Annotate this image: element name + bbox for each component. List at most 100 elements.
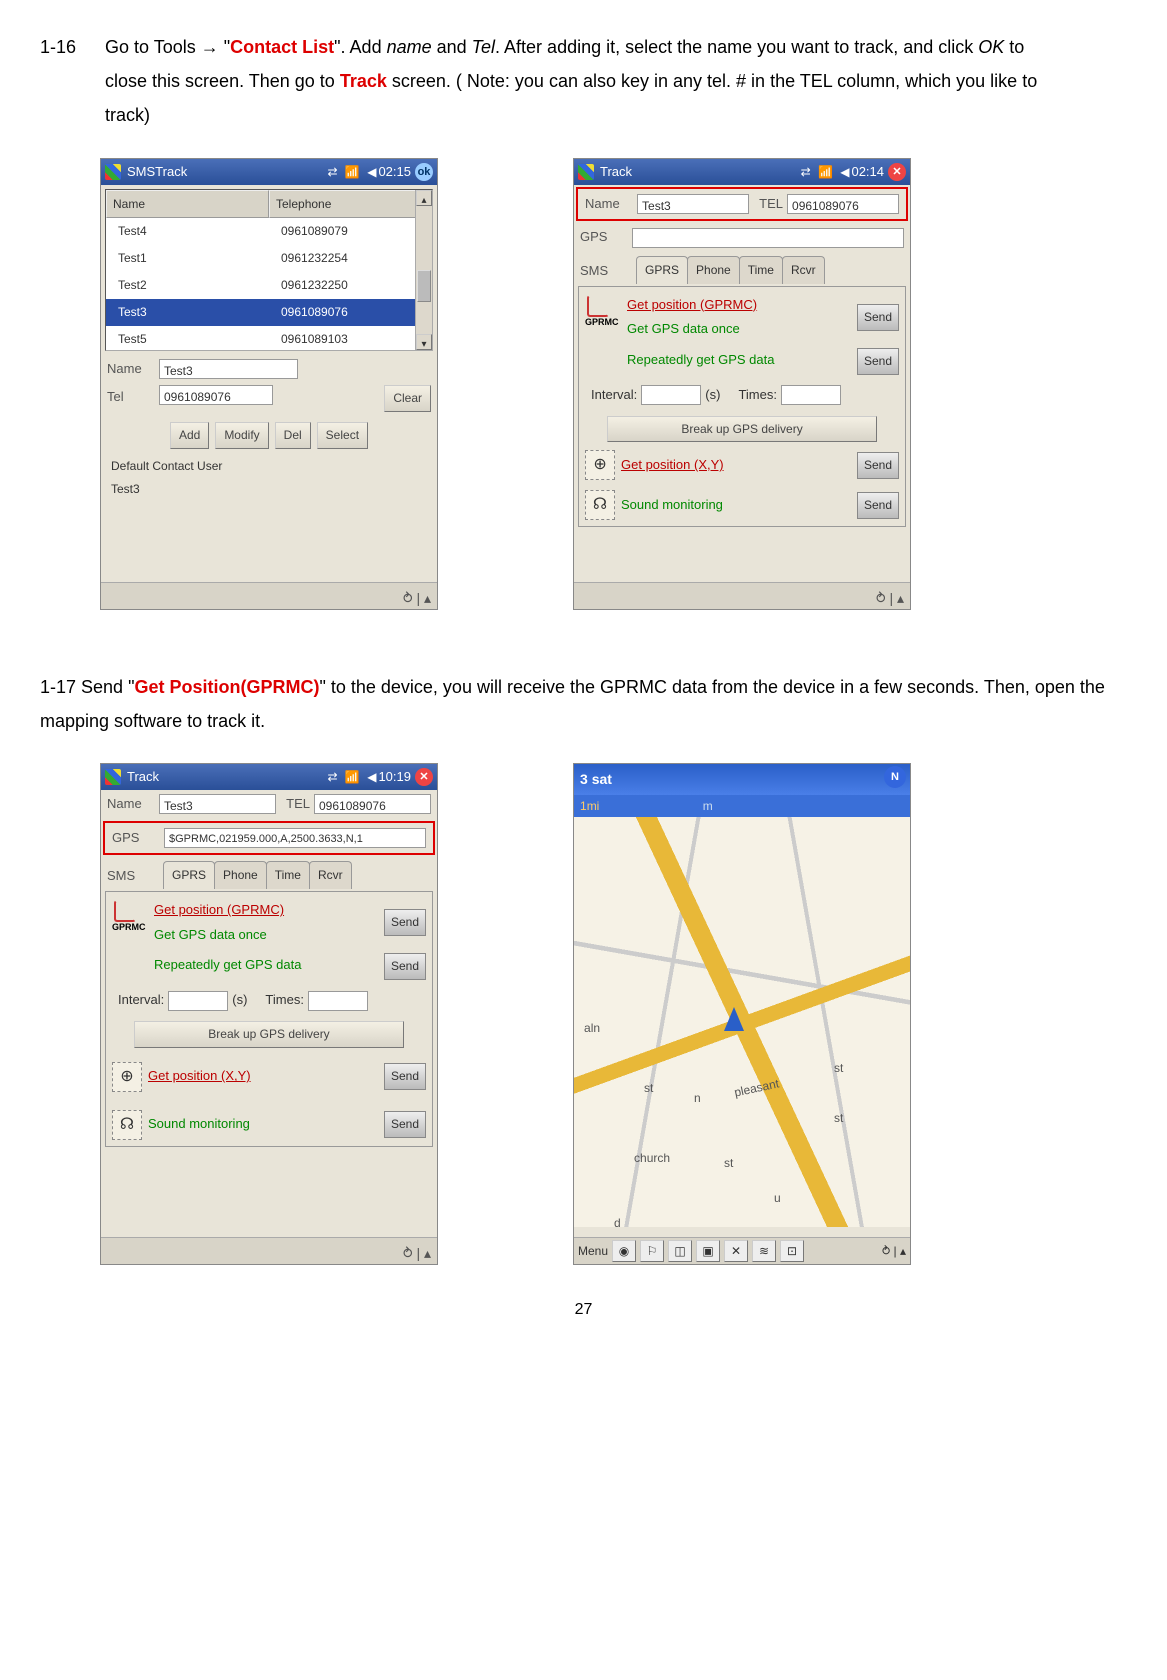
close-button[interactable]: ✕ [415,768,433,786]
scrollbar[interactable]: ▴ ▾ [415,190,432,350]
status-icons: ⇄ 📶 ◀ [801,159,852,185]
menu-icon-3[interactable]: ◫ [668,1240,692,1262]
breakup-button[interactable]: Break up GPS delivery [134,1021,403,1048]
get-position-gprmc-link[interactable]: Get position (GPRMC) [627,293,857,318]
step-1-16: 1-16 Go to Tools → "Contact List". Add n… [40,30,1127,133]
windows-flag-icon [105,164,121,180]
times-input[interactable] [308,991,368,1011]
send-button[interactable]: Send [857,348,899,375]
track-label: Track [340,71,387,91]
screenshots-row-1: SMSTrack ⇄ 📶 ◀ 02:15 ok Name Telephone T… [100,158,1127,610]
contact-table: Name Telephone Test40961089079 Test10961… [105,189,433,351]
interval-input[interactable] [168,991,228,1011]
tab-time[interactable]: Time [739,256,783,284]
clock: 02:15 [378,159,411,185]
sound-monitoring-label: Sound monitoring [621,493,857,518]
send-button[interactable]: Send [384,1111,426,1138]
tab-gprs[interactable]: GPRS [636,256,688,284]
screenshot-smstrack: SMSTrack ⇄ 📶 ◀ 02:15 ok Name Telephone T… [100,158,438,610]
get-position-xy-link[interactable]: Get position (X,Y) [148,1064,384,1089]
status-icons: ⇄ 📶 ◀ [328,764,379,790]
status-icons: ⇄ 📶 ◀ [328,159,379,185]
tab-gprs[interactable]: GPRS [163,861,215,889]
clock: 02:14 [851,159,884,185]
col-name[interactable]: Name [106,190,269,219]
tab-rcvr[interactable]: Rcvr [309,861,352,889]
step-number: 1-16 [40,30,100,64]
window-title: Track [127,764,159,790]
clear-button[interactable]: Clear [384,385,431,412]
table-row[interactable]: Test10961232254 [106,245,432,272]
table-row[interactable]: Test20961232250 [106,272,432,299]
gps-highlight: GPS $GPRMC,021959.000,A,2500.3633,N,1 [103,821,435,856]
menu-icon-1[interactable]: ◉ [612,1240,636,1262]
compass-icon: N [884,766,906,788]
send-button[interactable]: Send [384,1063,426,1090]
table-row-selected[interactable]: Test30961089076 [106,299,432,326]
tel-input[interactable]: 0961089076 [787,194,899,214]
get-position-gprmc-link[interactable]: Get position (GPRMC) [154,898,384,923]
add-button[interactable]: Add [170,422,209,449]
repeat-label: Repeatedly get GPS data [627,348,857,375]
default-contact: Default Contact User Test3 [101,451,437,505]
screenshot-map: 3 sat N 1mi m aln st n pleasant st st ch… [573,763,911,1265]
ok-button[interactable]: ok [415,163,433,181]
tab-rcvr[interactable]: Rcvr [782,256,825,284]
modify-button[interactable]: Modify [215,422,268,449]
menu-icon-5[interactable]: ✕ [724,1240,748,1262]
gps-input[interactable] [632,228,904,248]
tel-input[interactable]: 0961089076 [314,794,431,814]
menu-icon-4[interactable]: ▣ [696,1240,720,1262]
clock: 10:19 [378,764,411,790]
bottom-bar: ⥁ | ▴ [101,1237,437,1264]
send-button[interactable]: Send [857,304,899,331]
xy-icon: ⊕ [112,1062,142,1092]
step-body: Go to Tools → "Contact List". Add name a… [105,30,1055,133]
name-input[interactable]: Test3 [637,194,749,214]
tab-phone[interactable]: Phone [214,861,267,889]
table-header: Name Telephone [106,190,432,219]
breakup-button[interactable]: Break up GPS delivery [607,416,876,443]
window-title: SMSTrack [127,159,187,185]
col-telephone[interactable]: Telephone [269,190,432,219]
table-row[interactable]: Test40961089079 [106,218,432,245]
del-button[interactable]: Del [275,422,311,449]
tel-input[interactable]: 0961089076 [159,385,273,405]
step-1-17: 1-17 Send "Get Position(GPRMC)" to the d… [40,670,1127,738]
name-row: Name Test3 [101,355,437,384]
name-input[interactable]: Test3 [159,359,298,379]
titlebar: Track ⇄ 📶 ◀ 02:14 ✕ [574,159,910,185]
sound-icon: ☊ [585,490,615,520]
menu-icon-2[interactable]: ⚐ [640,1240,664,1262]
sound-monitoring-label: Sound monitoring [148,1112,384,1137]
gprmc-icon: GPRMC [112,898,148,934]
gps-input[interactable]: $GPRMC,021959.000,A,2500.3633,N,1 [164,828,426,848]
send-button[interactable]: Send [857,492,899,519]
send-button[interactable]: Send [857,452,899,479]
interval-input[interactable] [641,385,701,405]
map-canvas[interactable]: aln st n pleasant st st church st u d [574,817,910,1227]
step-number: 1-17 [40,677,76,697]
table-row[interactable]: Test50961089103 [106,326,432,353]
times-input[interactable] [781,385,841,405]
menu-icon-7[interactable]: ⊡ [780,1240,804,1262]
map-menubar: Menu ◉ ⚐ ◫ ▣ ✕ ≋ ⊡ ⥁ | ▴ [574,1237,910,1264]
send-button[interactable]: Send [384,909,426,936]
screenshot-track-empty: Track ⇄ 📶 ◀ 02:14 ✕ Name Test3 TEL 09610… [573,158,911,610]
bottom-bar: ⥁ | ▴ [101,582,437,609]
page-number: 27 [40,1295,1127,1325]
menu-label[interactable]: Menu [578,1240,608,1263]
tab-time[interactable]: Time [266,861,310,889]
close-button[interactable]: ✕ [888,163,906,181]
name-tel-highlight: Name Test3 TEL 0961089076 [576,187,908,222]
menu-icon-6[interactable]: ≋ [752,1240,776,1262]
get-position-xy-link[interactable]: Get position (X,Y) [621,453,857,478]
send-button[interactable]: Send [384,953,426,980]
gprmc-icon: GPRMC [585,293,621,329]
select-button[interactable]: Select [317,422,368,449]
name-input[interactable]: Test3 [159,794,276,814]
tab-phone[interactable]: Phone [687,256,740,284]
get-once-label: Get GPS data once [154,923,384,948]
screenshot-track-gps: Track ⇄ 📶 ◀ 10:19 ✕ Name Test3 TEL 09610… [100,763,438,1265]
button-row: Add Modify Del Select [101,420,437,451]
